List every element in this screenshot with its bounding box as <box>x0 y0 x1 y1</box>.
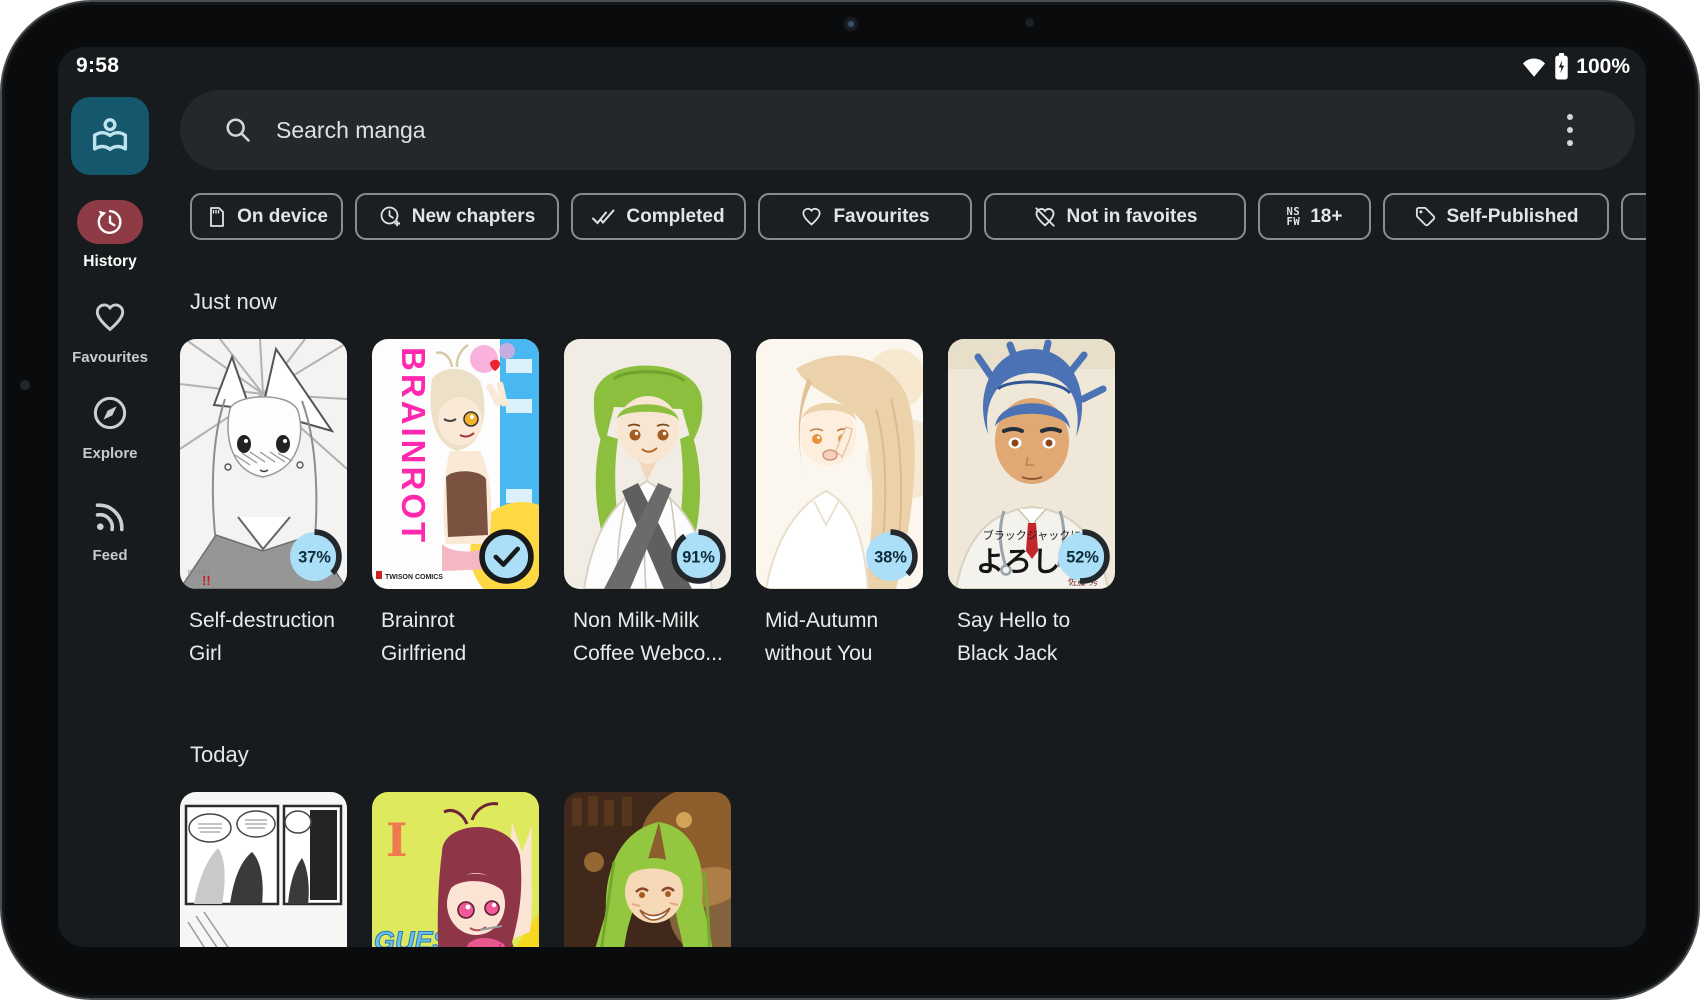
manga-card-today-3[interactable] <box>564 792 731 947</box>
sidebar-item-label: Explore <box>58 445 162 462</box>
manga-cover[interactable]: ブラックジャックに よろしく 佐藤 秀 52% <box>948 339 1115 589</box>
manga-cover[interactable]: I GUESS my ROOM MATE <box>372 792 539 947</box>
app-logo[interactable] <box>71 97 149 175</box>
filter-chip-18plus[interactable]: NS FW 18+ <box>1258 193 1371 240</box>
battery-charging-icon <box>1554 53 1569 80</box>
manga-cover[interactable]: RAISE <box>180 792 347 947</box>
filter-chip-row: On device New chapters Completed <box>190 193 1646 243</box>
cover-art-bw-manga-page: RAISE <box>180 792 347 947</box>
sidebar-item-label: Favourites <box>58 349 162 366</box>
progress-percent-label: 37% <box>298 549 331 567</box>
manga-card-brainrot-girlfriend[interactable]: BRAINROT TWISON COM <box>372 339 539 670</box>
manga-cover[interactable] <box>564 792 731 947</box>
sidebar-item-feed[interactable]: Feed <box>58 499 162 564</box>
search-icon <box>224 116 252 144</box>
progress-badge: 38% <box>863 529 918 584</box>
manga-cover[interactable]: BRAINROT TWISON COM <box>372 339 539 589</box>
clock-plus-icon <box>379 205 402 228</box>
kebab-icon <box>1566 113 1574 147</box>
progress-percent-label: 52% <box>1066 549 1099 567</box>
double-check-icon <box>592 206 616 228</box>
chip-label: New chapters <box>412 206 536 228</box>
nsfw-icon: NS FW <box>1287 207 1301 227</box>
manga-card-say-hello-to-black-jack[interactable]: ブラックジャックに よろしく 佐藤 秀 52% Say Hello to Bla… <box>948 339 1115 670</box>
compass-icon <box>91 394 129 432</box>
section-header-today: Today <box>190 742 249 768</box>
filter-chip-not-in-favourites[interactable]: Not in favoites <box>984 193 1246 240</box>
chip-label: Favourites <box>833 206 929 228</box>
manga-card-today-1[interactable]: RAISE <box>180 792 347 947</box>
sidebar-item-history-indicator[interactable] <box>77 200 143 244</box>
camera-lens-glint <box>848 21 854 27</box>
manga-title: Self-destruction Girl <box>180 604 347 670</box>
manga-card-self-destruction-girl[interactable]: KENJIN !! 37% Self-destruction Girl <box>180 339 347 670</box>
search-bar[interactable]: Search manga <box>180 90 1635 170</box>
manga-title: Say Hello to Black Jack <box>948 604 1115 670</box>
overflow-menu-button[interactable] <box>1549 109 1591 151</box>
chip-label: On device <box>237 206 328 228</box>
cover-text-i: I <box>386 813 408 867</box>
search-placeholder: Search manga <box>276 117 426 144</box>
progress-badge: 37% <box>287 529 342 584</box>
light-sensor <box>1025 18 1034 27</box>
heart-icon <box>800 205 823 228</box>
manga-cover[interactable]: 38% <box>756 339 923 589</box>
bezel-side-dot <box>20 380 30 390</box>
manga-title: Mid-Autumn without You <box>756 604 923 670</box>
manga-card-mid-autumn-without-you[interactable]: 38% Mid-Autumn without You <box>756 339 923 670</box>
status-icons: 100% <box>1521 53 1630 80</box>
history-row-just-now: KENJIN !! 37% Self-destruction Girl <box>180 339 1115 670</box>
sidebar-item-explore[interactable]: Explore <box>58 394 162 462</box>
section-header-just-now: Just now <box>190 289 277 315</box>
manga-cover[interactable]: KENJIN !! 37% <box>180 339 347 589</box>
tag-icon <box>1414 205 1437 228</box>
app-screen: 9:58 100% <box>58 47 1646 947</box>
progress-percent-label: 91% <box>682 549 715 567</box>
chip-label: Completed <box>626 206 724 228</box>
filter-chip-completed[interactable]: Completed <box>571 193 746 240</box>
filter-chip-favourites[interactable]: Favourites <box>758 193 972 240</box>
wifi-icon <box>1521 54 1547 80</box>
progress-badge: 91% <box>671 529 726 584</box>
completed-badge <box>479 529 534 584</box>
manga-cover[interactable]: 91% <box>564 339 731 589</box>
manga-card-today-2[interactable]: I GUESS my ROOM MATE <box>372 792 539 947</box>
chip-label: 18+ <box>1310 206 1342 228</box>
cover-publisher-text: TWISON COMICS <box>385 574 443 581</box>
filter-chip-partial[interactable] <box>1621 193 1646 240</box>
cover-art-guess-my-roommate: I GUESS my ROOM MATE <box>372 792 539 947</box>
filter-chip-on-device[interactable]: On device <box>190 193 343 240</box>
sidebar-item-favourites[interactable]: Favourites <box>58 299 162 366</box>
cover-red-mark: !! <box>202 573 211 588</box>
battery-percent: 100% <box>1576 55 1630 79</box>
manga-title: Non Milk-Milk Coffee Webco... <box>564 604 731 670</box>
cover-art-green-hair-bar <box>564 792 731 947</box>
sidebar-item-label: Feed <box>58 547 162 564</box>
heart-off-icon <box>1033 205 1057 229</box>
heart-icon <box>92 299 128 335</box>
history-icon <box>96 208 124 236</box>
chip-label: Self-Published <box>1447 206 1579 228</box>
tablet-bezel: 9:58 100% <box>0 0 1700 1000</box>
rss-icon <box>92 499 128 535</box>
progress-badge: 52% <box>1055 529 1110 584</box>
mihon-book-icon <box>89 115 131 157</box>
sd-card-icon <box>205 206 227 228</box>
cover-title-text: BRAINROT <box>395 347 432 545</box>
navigation-rail: History Favourites Explore <box>58 47 176 947</box>
sidebar-item-history[interactable]: History <box>58 253 162 271</box>
progress-percent-label: 38% <box>874 549 907 567</box>
manga-card-non-milk-milk-coffee[interactable]: 91% Non Milk-Milk Coffee Webco... <box>564 339 731 670</box>
manga-title: Brainrot Girlfriend <box>372 604 539 670</box>
history-row-today: RAISE I GU <box>180 792 731 947</box>
sidebar-item-label: History <box>83 253 136 270</box>
chip-label: Not in favoites <box>1067 206 1198 228</box>
filter-chip-self-published[interactable]: Self-Published <box>1383 193 1609 240</box>
filter-chip-new-chapters[interactable]: New chapters <box>355 193 559 240</box>
